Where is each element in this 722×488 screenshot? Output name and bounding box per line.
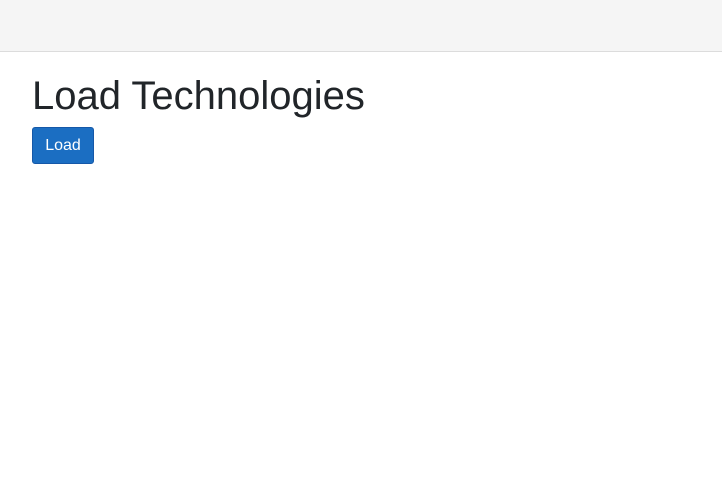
load-button[interactable]: Load: [32, 127, 94, 164]
page-title: Load Technologies: [32, 74, 365, 118]
main-content: Load Technologies Load: [32, 72, 365, 164]
top-navbar: [0, 0, 722, 52]
